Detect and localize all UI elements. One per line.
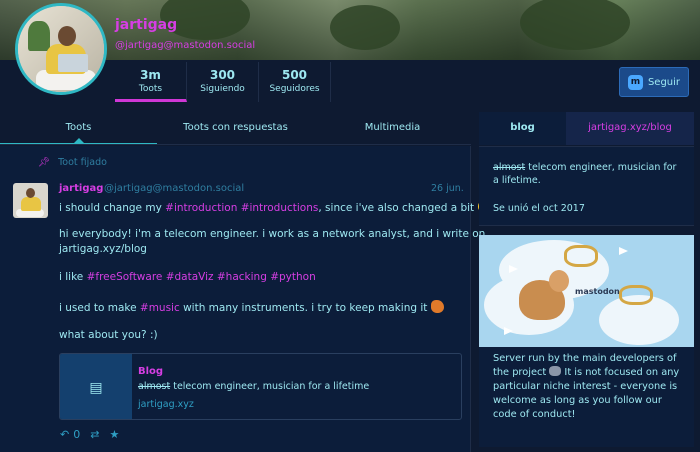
text: , since i've also changed a bit (318, 202, 475, 214)
profile-stats: 3m Toots 300 Siguiendo 500 Seguidores (115, 62, 331, 102)
guitar-emoji-icon (430, 300, 444, 313)
paper-plane-icon (504, 327, 513, 335)
profile-handle: @jartigag@mastodon.social (115, 40, 256, 51)
toot-author-handle[interactable]: @jartigag@mastodon.social (104, 183, 244, 194)
text: i like (59, 271, 87, 283)
strikethrough-text: almost (138, 381, 171, 392)
paper-plane-icon (619, 247, 628, 255)
text: with many instruments. i try to keep mak… (179, 302, 428, 314)
toot-action-bar: ↶ 0 ⇄ ★ (60, 428, 119, 441)
banner-tree (330, 5, 400, 50)
reply-count: 0 (73, 428, 81, 441)
profile-tabs: Toots Toots con respuestas Multimedia (0, 112, 471, 145)
pinned-label: Toot fijado (58, 157, 107, 168)
pin-icon: 📌︎ (38, 157, 51, 168)
tab-toots[interactable]: Toots (0, 112, 157, 144)
toot-text-line: i used to make #music with many instrume… (59, 300, 444, 314)
profile-bio-panel: almost telecom engineer, musician for a … (479, 146, 694, 226)
strikethrough-text: almost (493, 162, 526, 173)
sidebar-tab-blog[interactable]: blog (479, 112, 566, 145)
mascot-head-icon (549, 270, 569, 292)
star-icon: ★ (109, 428, 120, 441)
trumpet-icon (619, 285, 653, 305)
toot-text-line: i should change my #introduction #introd… (59, 200, 491, 214)
toot-timestamp[interactable]: 26 jun. (431, 183, 464, 194)
elephant-emoji-icon (549, 366, 562, 376)
hashtag-link[interactable]: #introductions (241, 202, 319, 214)
follow-button-label: Seguir (647, 76, 681, 88)
avatar-laptop (58, 54, 88, 72)
sidebar-tabs: blog jartigag.xyz/blog (479, 112, 694, 145)
avatar-head (58, 26, 76, 46)
stat-followers[interactable]: 500 Seguidores (259, 62, 331, 102)
pinned-indicator: 📌︎ Toot fijado (38, 157, 107, 168)
text: i should change my (59, 202, 166, 214)
blog-link[interactable]: jartigag.xyz/blog (59, 243, 147, 255)
text: telecom engineer, musician for a lifetim… (170, 381, 370, 392)
toot-text-line: hi everybody! i'm a telecom engineer. i … (59, 228, 486, 240)
stat-value: 300 (209, 68, 236, 82)
card-title: Blog (138, 366, 164, 377)
stat-following[interactable]: 300 Siguiendo (187, 62, 259, 102)
profile-bio: almost telecom engineer, musician for a … (493, 161, 683, 187)
stat-label: Seguidores (269, 84, 320, 94)
stat-toots[interactable]: 3m Toots (115, 62, 187, 102)
stat-label: Toots (138, 84, 163, 94)
hashtag-link[interactable]: #music (140, 302, 180, 314)
avatar-plant (28, 21, 50, 51)
card-host: jartigag.xyz (138, 399, 194, 410)
reply-all-icon: ↶ (60, 428, 70, 441)
avatar-shirt (21, 197, 41, 211)
hashtag-links[interactable]: #freeSoftware #dataViz #hacking #python (87, 271, 316, 283)
boost-icon: ⇄ (90, 428, 100, 441)
text: i used to make (59, 302, 140, 314)
tab-label: Toots con respuestas (183, 122, 288, 133)
mastodon-logo-icon: m (627, 74, 643, 90)
stat-value: 500 (281, 68, 308, 82)
mastodon-promo-illustration: mastodon (479, 235, 694, 347)
toot-text-line: i like #freeSoftware #dataViz #hacking #… (59, 271, 316, 283)
reply-button[interactable]: ↶ 0 (60, 428, 80, 441)
link-preview-card[interactable]: ▤ Blog almost telecom engineer, musician… (59, 353, 462, 420)
toot-text-line: what about you? :) (59, 329, 158, 341)
stat-value: 3m (140, 68, 161, 82)
promo-logo-label: mastodon (575, 287, 620, 296)
document-icon: ▤ (60, 354, 132, 419)
avatar-head (26, 188, 35, 198)
server-description: Server run by the main developers of the… (493, 352, 685, 422)
tab-label: Multimedia (364, 122, 421, 133)
tab-toots-with-replies[interactable]: Toots con respuestas (157, 112, 314, 144)
active-tab-caret-icon (72, 138, 85, 144)
sidebar-tab-blog-url[interactable]: jartigag.xyz/blog (566, 112, 694, 145)
toot-author-name[interactable]: jartigag (59, 183, 103, 194)
tab-label: Toots (65, 122, 92, 133)
toot-author-avatar[interactable] (13, 183, 48, 218)
trumpet-icon (564, 245, 598, 267)
hashtag-link[interactable]: #introduction (165, 202, 237, 214)
server-about-panel: Server run by the main developers of the… (479, 347, 694, 447)
profile-display-name: jartigag (115, 17, 178, 33)
card-description: almost telecom engineer, musician for a … (138, 381, 369, 392)
joined-date: Se unió el oct 2017 (493, 203, 585, 214)
tab-media[interactable]: Multimedia (314, 112, 471, 144)
profile-avatar[interactable] (15, 3, 107, 95)
boost-button[interactable]: ⇄ (90, 428, 99, 441)
stat-label: Siguiendo (200, 84, 245, 94)
favourite-button[interactable]: ★ (109, 428, 119, 441)
follow-button[interactable]: m Seguir (619, 67, 689, 97)
paper-plane-icon (509, 265, 518, 273)
